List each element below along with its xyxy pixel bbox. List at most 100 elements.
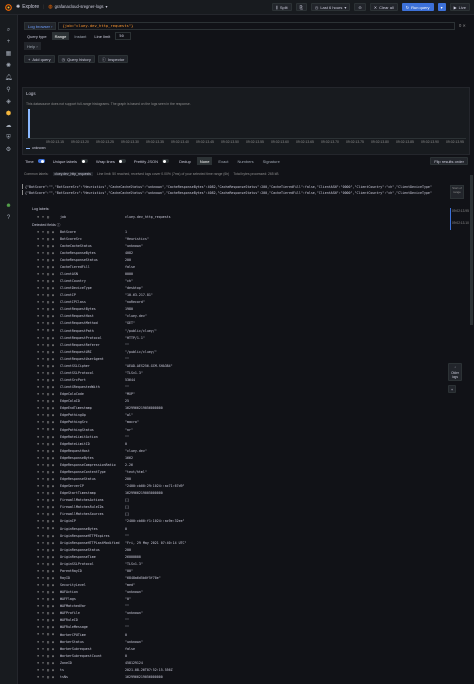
filter-in-icon[interactable]: ⊕	[36, 427, 40, 432]
filter-in-icon[interactable]: ⊕	[36, 364, 40, 368]
search-icon[interactable]: ⌕	[5, 27, 13, 35]
eye-icon[interactable]: ◉	[51, 413, 55, 417]
eye-icon[interactable]: ◉	[51, 470, 55, 474]
filter-out-icon[interactable]: ⊖	[41, 350, 45, 354]
filter-in-icon[interactable]: ⊕	[36, 230, 40, 234]
filter-out-icon[interactable]: ⊖	[41, 534, 45, 538]
filter-in-icon[interactable]: ⊕	[36, 477, 40, 481]
stats-icon[interactable]: ▥	[46, 456, 50, 460]
filter-out-icon[interactable]: ⊖	[41, 526, 45, 531]
filter-out-icon[interactable]: ⊖	[41, 357, 45, 361]
query-actions[interactable]: 0 ✕	[457, 23, 468, 28]
filter-in-icon[interactable]: ⊕	[36, 413, 40, 417]
eye-icon[interactable]: ◉	[51, 314, 55, 318]
stats-icon[interactable]: ▥	[46, 576, 50, 580]
eye-icon[interactable]: ◉	[51, 555, 55, 559]
eye-icon[interactable]: ◉	[51, 512, 55, 516]
filter-in-icon[interactable]: ⊕	[36, 321, 40, 326]
stats-icon[interactable]: ▥	[46, 314, 50, 318]
filter-out-icon[interactable]: ⊖	[41, 562, 45, 566]
stats-icon[interactable]: ▥	[46, 357, 50, 361]
stats-icon[interactable]: ▥	[46, 435, 50, 439]
prettify-json-toggle[interactable]	[162, 159, 170, 163]
stats-icon[interactable]: ▥	[46, 413, 50, 417]
stats-icon[interactable]: ▥	[46, 427, 50, 432]
stats-icon[interactable]: ▥	[46, 675, 50, 679]
stats-icon[interactable]: ▥	[46, 661, 50, 665]
eye-icon[interactable]: ◉	[51, 371, 55, 375]
eye-icon[interactable]: ◉	[51, 675, 55, 679]
eye-icon[interactable]: ◉	[51, 625, 55, 630]
stats-icon[interactable]: ▥	[46, 237, 50, 241]
filter-out-icon[interactable]: ⊖	[41, 548, 45, 552]
filter-in-icon[interactable]: ⊕	[36, 378, 40, 382]
stats-icon[interactable]: ▥	[46, 569, 50, 573]
eye-icon[interactable]: ◉	[51, 357, 55, 361]
filter-in-icon[interactable]: ⊕	[36, 548, 40, 552]
eye-icon[interactable]: ◉	[51, 498, 55, 502]
user-avatar[interactable]: ☻	[5, 203, 13, 211]
stats-icon[interactable]: ▥	[46, 640, 50, 644]
eye-icon[interactable]: ◉	[51, 364, 55, 368]
eye-icon[interactable]: ◉	[51, 590, 55, 594]
eye-icon[interactable]: ◉	[51, 640, 55, 644]
explore-icon[interactable]: ✺	[5, 63, 13, 71]
stats-icon[interactable]: ▥	[46, 470, 50, 474]
line-limit-input[interactable]: 50	[115, 32, 132, 40]
stats-icon[interactable]: ▥	[46, 604, 50, 608]
eye-icon[interactable]: ◉	[51, 456, 55, 460]
eye-icon[interactable]: ◉	[51, 321, 55, 326]
filter-in-icon[interactable]: ⊕	[36, 336, 40, 340]
filter-in-icon[interactable]: ⊕	[36, 512, 40, 516]
older-logs-button[interactable]: ↓ Older logs	[448, 363, 462, 381]
filter-in-icon[interactable]: ⊕	[36, 647, 40, 651]
clear-all-button[interactable]: ✕ Clear all	[369, 3, 398, 11]
stats-icon[interactable]: ▥	[46, 512, 50, 516]
dedup-numbers[interactable]: Numbers	[234, 157, 256, 165]
time-range-picker[interactable]: ◷ Last 6 hours ▾	[310, 3, 351, 11]
stats-icon[interactable]: ▥	[46, 611, 50, 615]
eye-icon[interactable]: ◉	[51, 526, 55, 531]
filter-out-icon[interactable]: ⊖	[41, 519, 45, 523]
stats-icon[interactable]: ▥	[46, 505, 50, 509]
filter-out-icon[interactable]: ⊖	[41, 258, 45, 262]
query-type-instant[interactable]: Instant	[71, 32, 89, 40]
eye-icon[interactable]: ◉	[51, 647, 55, 651]
filter-out-icon[interactable]: ⊖	[41, 583, 45, 587]
filter-out-icon[interactable]: ⊖	[41, 661, 45, 665]
eye-icon[interactable]: ◉	[51, 654, 55, 658]
filter-out-icon[interactable]: ⊖	[41, 293, 45, 297]
filter-out-icon[interactable]: ⊖	[41, 512, 45, 516]
filter-in-icon[interactable]: ⊕	[36, 463, 40, 467]
filter-out-icon[interactable]: ⊖	[41, 314, 45, 318]
filter-out-icon[interactable]: ⊖	[41, 463, 45, 467]
eye-icon[interactable]: ◉	[51, 286, 55, 290]
eye-icon[interactable]: ◉	[51, 300, 55, 304]
eye-icon[interactable]: ◉	[51, 385, 55, 389]
filter-out-icon[interactable]: ⊖	[41, 336, 45, 340]
filter-out-icon[interactable]: ⊖	[41, 590, 45, 594]
wrap-lines-toggle[interactable]	[118, 159, 126, 163]
stats-icon[interactable]: ▥	[46, 293, 50, 297]
stats-icon[interactable]: ▥	[46, 420, 50, 425]
eye-icon[interactable]: ◉	[51, 328, 55, 333]
stats-icon[interactable]: ▥	[46, 590, 50, 594]
filter-in-icon[interactable]: ⊕	[36, 505, 40, 509]
filter-in-icon[interactable]: ⊕	[36, 392, 40, 396]
help-toggle[interactable]: Help ›	[24, 42, 41, 50]
run-query-button[interactable]: ↻ Run query	[401, 3, 434, 11]
stats-icon[interactable]: ▥	[46, 350, 50, 354]
log-row[interactable]: {"BotScore":"","BotScoreSrc":"Heuristics…	[22, 190, 450, 196]
filter-in-icon[interactable]: ⊕	[36, 618, 40, 622]
log-browser-button[interactable]: Log browser ›	[24, 22, 57, 30]
stats-icon[interactable]: ▥	[46, 364, 50, 368]
scrollbar[interactable]	[470, 175, 473, 325]
stats-icon[interactable]: ▥	[46, 541, 50, 545]
stats-icon[interactable]: ▥	[46, 548, 50, 552]
filter-out-icon[interactable]: ⊖	[41, 371, 45, 375]
filter-out-icon[interactable]: ⊖	[41, 442, 45, 446]
filter-in-icon[interactable]: ⊕	[36, 350, 40, 354]
add-query-button[interactable]: + Add query	[24, 55, 55, 63]
filter-in-icon[interactable]: ⊕	[36, 661, 40, 665]
eye-icon[interactable]: ◉	[51, 237, 55, 241]
